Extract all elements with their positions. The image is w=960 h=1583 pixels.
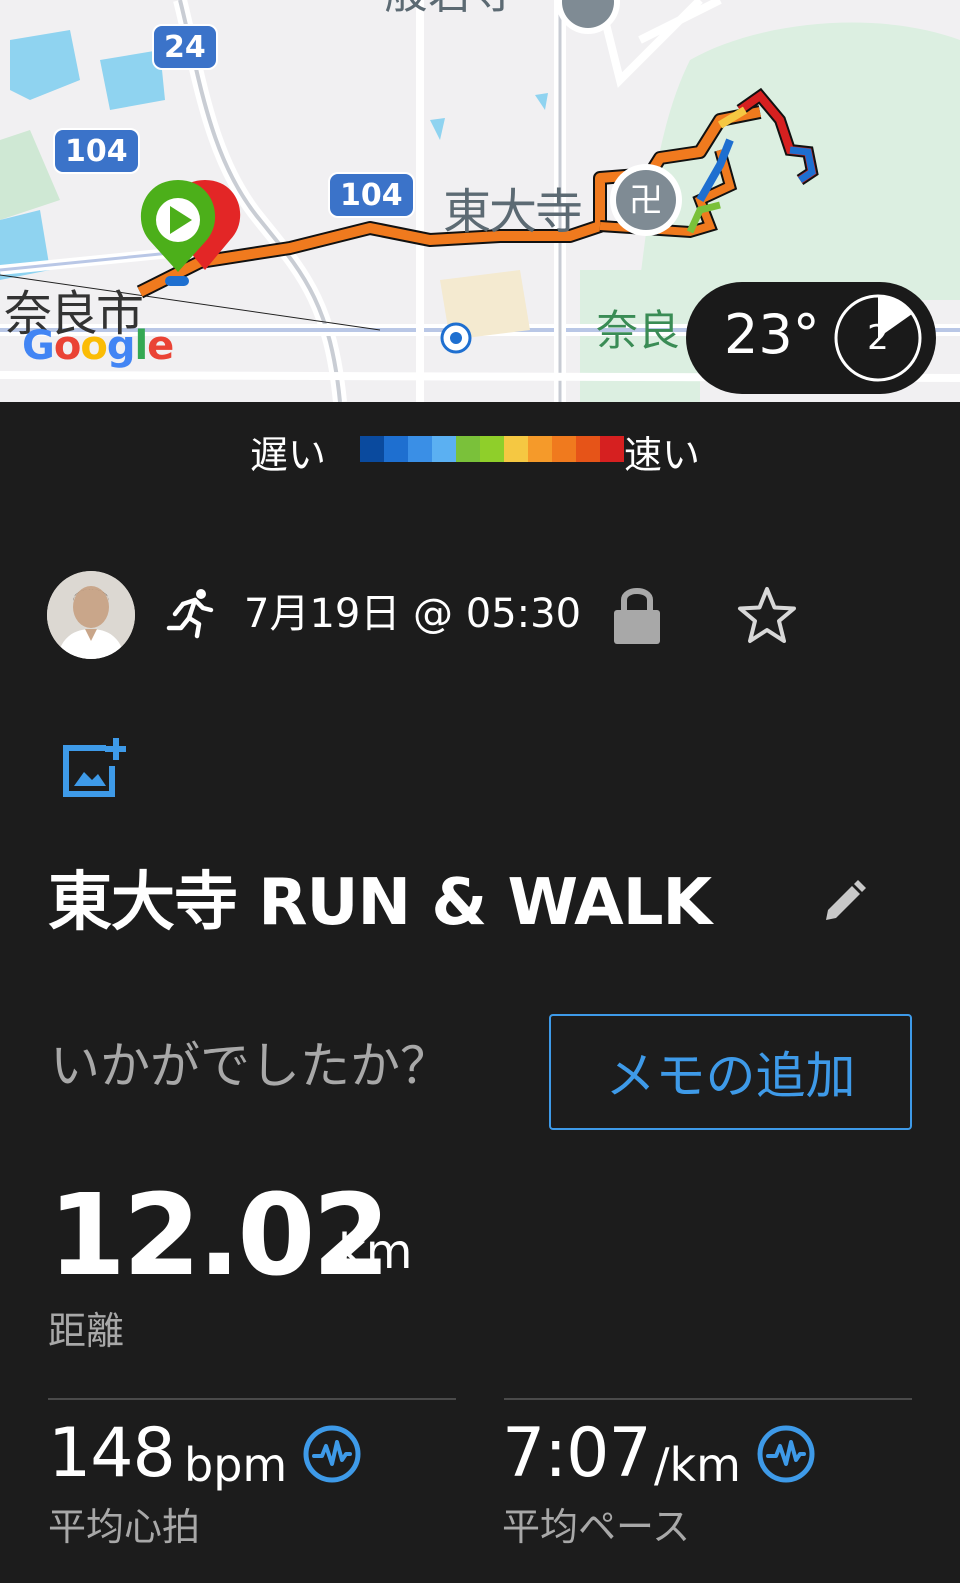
add-memo-button[interactable]: メモの追加 [549,1014,912,1130]
speed-color-segment [360,436,384,462]
avatar[interactable] [47,571,135,659]
speed-color-segment [456,436,480,462]
speed-color-segment [432,436,456,462]
speed-slow-label: 遅い [250,433,327,477]
google-logo: Google [22,323,174,369]
activity-date-time: 7月19日 @ 05:30 [244,591,582,637]
pace-unit: /km [654,1438,741,1492]
avatar-image [47,571,135,659]
speed-color-segment [552,436,576,462]
speed-legend: 遅い 速い [0,418,960,477]
speed-color-segment [600,436,624,462]
distance-value: 12.02 [48,1171,390,1301]
speed-color-segment [576,436,600,462]
pace-value: 7:07 [502,1414,652,1493]
svg-text:卍: 卍 [629,181,663,221]
speed-color-segment [504,436,528,462]
route-map[interactable]: 卍 24 104 104 般若寺 東大寺 奈良市 奈良 Google 23° 2 [0,0,960,402]
speed-color-segment [528,436,552,462]
heart-rate-value: 148 [48,1414,176,1493]
stat-divider-left [48,1398,456,1400]
map-label-nara-park: 奈良 [596,306,681,355]
add-photo-icon[interactable] [62,736,126,798]
weather-dial-value: 2 [867,318,889,358]
weather-badge[interactable]: 23° 2 [686,282,936,394]
running-person-icon [166,589,214,639]
speed-color-bar [360,436,624,462]
map-label-temple: 東大寺 [443,184,583,240]
map-label-hannya: 般若寺 [384,0,516,16]
distance-label: 距離 [48,1309,125,1353]
speed-color-segment [384,436,408,462]
weather-temperature: 23° [724,303,820,366]
heart-rate-icon[interactable] [302,1424,362,1484]
speed-color-segment [408,436,432,462]
pace-icon[interactable] [756,1424,816,1484]
route-shield-24: 24 [152,24,218,70]
pace-label: 平均ペース [502,1505,691,1549]
route-shield-104: 104 [53,128,140,174]
distance-unit: km [338,1224,413,1280]
speed-color-segment [480,436,504,462]
star-icon[interactable] [736,586,798,644]
route-shield-104-east: 104 [328,172,415,218]
lock-icon[interactable] [612,584,662,644]
activity-title: 東大寺 RUN & WALK [48,866,712,940]
heart-rate-label: 平均心拍 [48,1505,201,1549]
feedback-prompt: いかがでしたか？ [50,1037,450,1095]
pencil-icon[interactable] [822,878,868,924]
heart-rate-unit: bpm [184,1438,288,1492]
speed-fast-label: 速い [624,433,701,477]
stat-divider-right [504,1398,912,1400]
